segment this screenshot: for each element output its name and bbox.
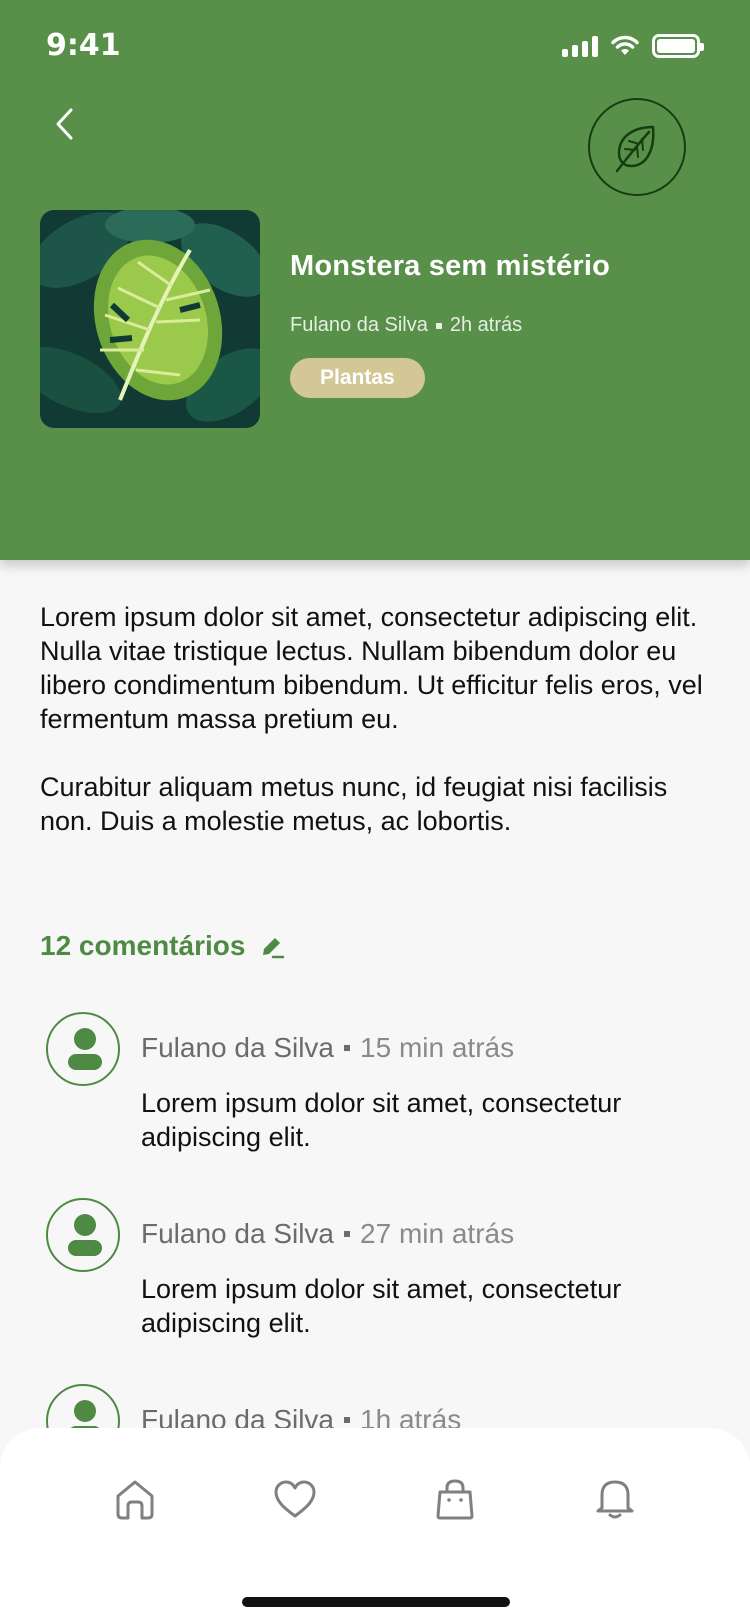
article-body: Lorem ipsum dolor sit amet, consectetur … xyxy=(40,600,720,872)
nav-notifications[interactable] xyxy=(590,1474,640,1524)
separator-dot xyxy=(435,322,442,329)
bell-icon xyxy=(596,1480,634,1519)
pencil-icon[interactable] xyxy=(259,933,285,959)
status-bar: 9:41 xyxy=(0,0,750,90)
wifi-icon xyxy=(611,35,639,55)
comment-meta: Fulano da Silva 15 min atrás xyxy=(141,1032,514,1064)
cellular-signal-icon xyxy=(562,35,598,57)
article-paragraph: Curabitur aliquam metus nunc, id feugiat… xyxy=(40,772,668,836)
leaf-icon xyxy=(615,125,655,173)
status-time: 9:41 xyxy=(46,28,121,63)
comment-meta: Fulano da Silva 27 min atrás xyxy=(141,1218,514,1250)
post-title: Monstera sem mistério xyxy=(290,250,611,282)
post-author: Fulano da Silva xyxy=(290,314,428,336)
user-avatar-icon[interactable] xyxy=(46,1198,120,1272)
home-icon xyxy=(116,1480,154,1520)
comments-count: 12 comentários xyxy=(40,930,246,961)
shopping-bag-icon xyxy=(436,1479,474,1520)
comment-author[interactable]: Fulano da Silva xyxy=(141,1032,334,1064)
heart-icon xyxy=(274,1480,316,1518)
post-meta: Fulano da Silva 2h atrás xyxy=(290,314,522,337)
category-tag[interactable]: Plantas xyxy=(290,358,425,398)
comment-text: Lorem ipsum dolor sit amet, consectetur … xyxy=(141,1088,622,1152)
comment-item: Fulano da Silva 27 min atrás Lorem ipsum… xyxy=(46,1198,706,1348)
post-time: 2h atrás xyxy=(449,314,523,336)
comment-time: 15 min atrás xyxy=(360,1032,515,1063)
comment-author[interactable]: Fulano da Silva xyxy=(141,1218,334,1250)
separator-dot xyxy=(344,1231,351,1237)
separator-dot xyxy=(344,1417,351,1423)
post-image-monstera xyxy=(40,210,260,428)
comment-text: Lorem ipsum dolor sit amet, consectetur … xyxy=(141,1274,622,1338)
comment-item: Fulano da Silva 15 min atrás Lorem ipsum… xyxy=(46,1012,706,1162)
nav-shop[interactable] xyxy=(430,1474,480,1524)
back-button[interactable] xyxy=(40,96,90,152)
article-paragraph: Lorem ipsum dolor sit amet, consectetur … xyxy=(40,602,703,734)
leaf-badge xyxy=(588,98,686,196)
separator-dot xyxy=(344,1045,351,1051)
nav-favorites[interactable] xyxy=(270,1474,320,1524)
status-icons xyxy=(562,34,704,58)
bottom-navigation xyxy=(0,1428,750,1624)
comment-time: 27 min atrás xyxy=(360,1218,515,1249)
nav-home[interactable] xyxy=(110,1474,160,1524)
comments-heading[interactable]: 12 comentários xyxy=(40,930,285,962)
battery-icon xyxy=(652,34,704,58)
chevron-left-icon xyxy=(56,108,73,140)
user-avatar-icon[interactable] xyxy=(46,1012,120,1086)
home-indicator[interactable] xyxy=(242,1597,510,1607)
post-header: 9:41 Monstera sem mistério Fulano da Sil… xyxy=(0,0,750,560)
